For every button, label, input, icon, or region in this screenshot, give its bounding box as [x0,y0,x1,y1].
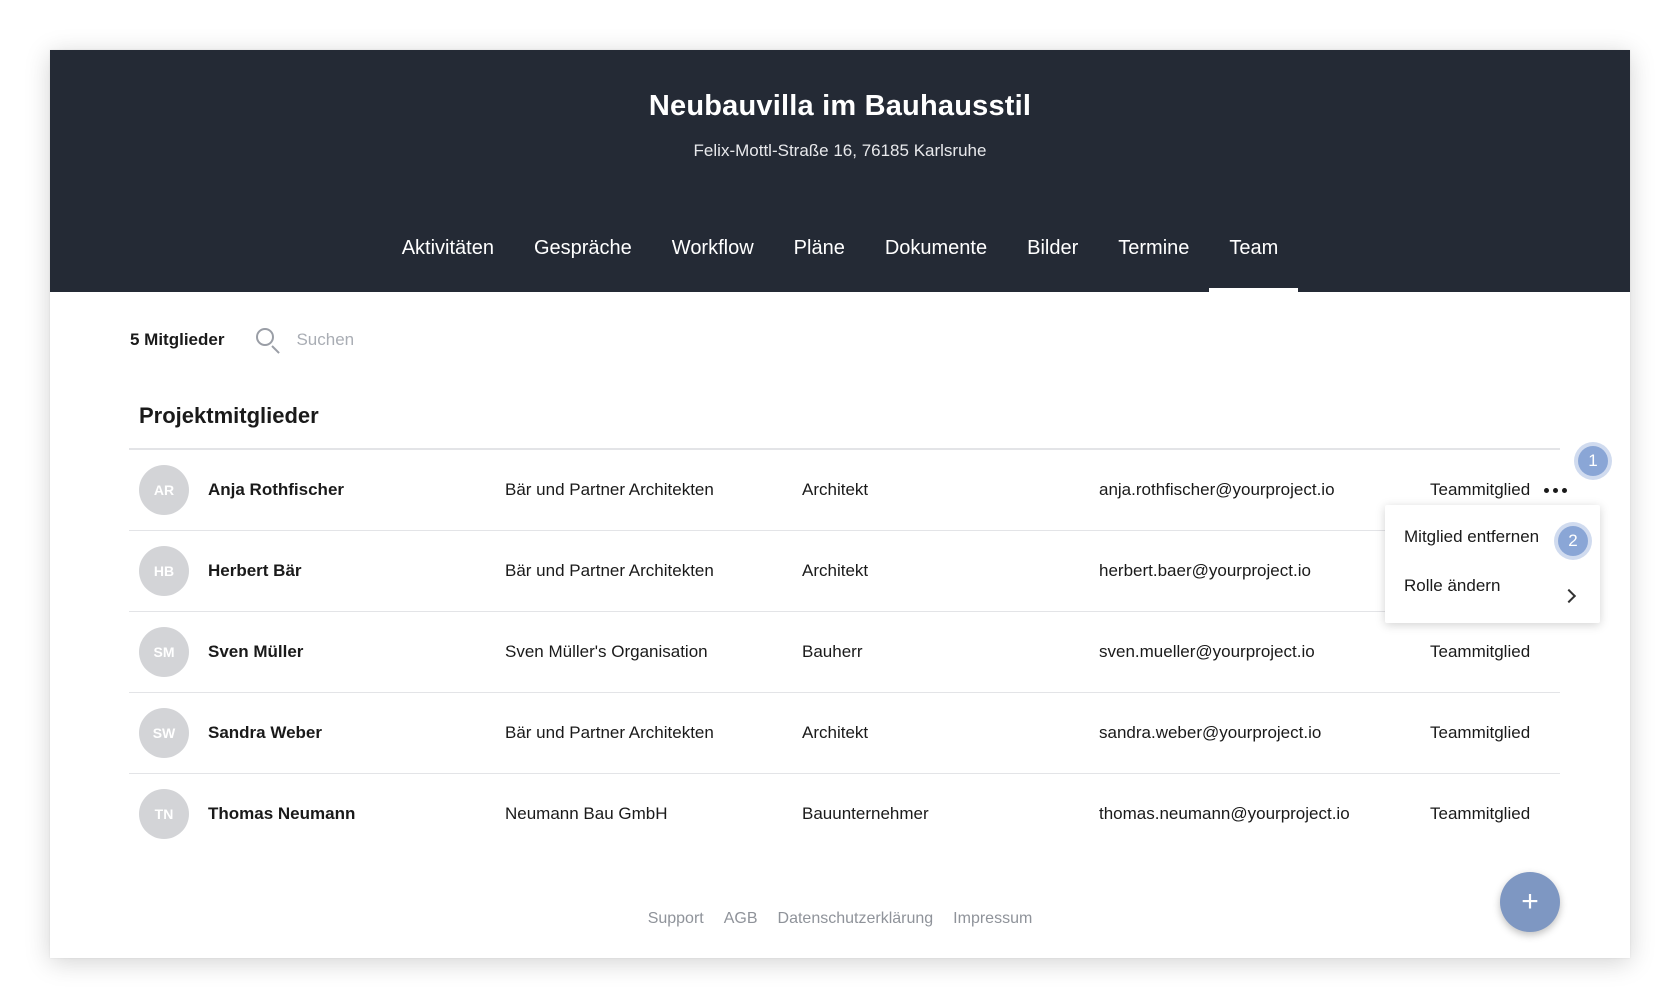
member-name[interactable]: Sven Müller [208,612,303,692]
tab-termine[interactable]: Termine [1098,228,1209,292]
tab-bilder[interactable]: Bilder [1007,228,1098,292]
table-row: SW Sandra Weber Bär und Partner Architek… [129,693,1560,774]
app-window: Neubauvilla im Bauhausstil Felix-Mottl-S… [50,50,1630,958]
tab-team[interactable]: Team [1209,228,1299,292]
member-role: Architekt [802,561,869,580]
tab-workflow[interactable]: Workflow [652,228,774,292]
avatar: HB [139,546,189,596]
member-email: sven.mueller@yourproject.io [1099,642,1315,661]
member-role: Bauherr [802,642,863,661]
member-email: thomas.neumann@yourproject.io [1099,804,1350,823]
footer-link-agb[interactable]: AGB [724,910,758,928]
avatar: SM [139,627,189,677]
member-role: Bauunternehmer [802,804,929,823]
table-row: AR Anja Rothfischer Bär und Partner Arch… [129,450,1560,531]
member-organization: Sven Müller's Organisation [505,642,708,661]
footer-links: Support AGB Datenschutzerklärung Impress… [50,910,1630,928]
team-toolbar: 5 Mitglieder [130,320,597,360]
step-badge-2: 2 [1558,526,1588,556]
member-status: Teammitglied [1430,804,1531,823]
step-badge-1: 1 [1578,446,1608,476]
dot-icon [1552,487,1558,493]
member-role: Architekt [802,723,869,742]
member-name[interactable]: Herbert Bär [208,531,302,611]
search-input[interactable] [296,330,597,350]
avatar: TN [139,789,189,839]
search-icon[interactable] [254,326,282,354]
member-actions-menu: Mitglied entfernen Rolle ändern [1385,505,1600,623]
member-status: Teammitglied [1430,642,1531,661]
dot-icon [1543,487,1549,493]
table-row: HB Herbert Bär Bär und Partner Architekt… [129,531,1560,612]
member-email: herbert.baer@yourproject.io [1099,561,1311,580]
tab-gespraeche[interactable]: Gespräche [514,228,652,292]
footer-link-privacy[interactable]: Datenschutzerklärung [778,910,934,928]
footer-link-imprint[interactable]: Impressum [953,910,1032,928]
member-email: sandra.weber@yourproject.io [1099,723,1322,742]
dot-icon [1561,487,1567,493]
project-title: Neubauvilla im Bauhausstil [648,90,1032,122]
table-row: TN Thomas Neumann Neumann Bau GmbH Bauun… [129,774,1560,855]
member-name[interactable]: Sandra Weber [208,693,322,773]
member-count: 5 Mitglieder [130,330,225,349]
footer-link-support[interactable]: Support [648,910,704,928]
project-header: Neubauvilla im Bauhausstil Felix-Mottl-S… [50,50,1630,292]
member-organization: Bär und Partner Architekten [505,480,714,499]
project-tabs: Aktivitäten Gespräche Workflow Pläne Dok… [50,228,1630,292]
member-organization: Bär und Partner Architekten [505,723,714,742]
avatar: AR [139,465,189,515]
member-email: anja.rothfischer@yourproject.io [1099,480,1335,499]
tab-plaene[interactable]: Pläne [774,228,865,292]
members-table: AR Anja Rothfischer Bär und Partner Arch… [129,448,1560,855]
project-address: Felix-Mottl-Straße 16, 76185 Karlsruhe [693,141,987,160]
chevron-right-icon [1561,588,1577,604]
menu-item-remove-member[interactable]: Mitglied entfernen [1404,522,1539,552]
tab-dokumente[interactable]: Dokumente [865,228,1007,292]
menu-item-change-role[interactable]: Rolle ändern [1404,571,1500,601]
member-name[interactable]: Anja Rothfischer [208,450,344,530]
section-title: Projektmitglieder [139,403,319,428]
member-status: Teammitglied [1430,723,1531,742]
tab-aktivitaeten[interactable]: Aktivitäten [382,228,514,292]
member-role: Architekt [802,480,869,499]
member-organization: Bär und Partner Architekten [505,561,714,580]
table-row: SM Sven Müller Sven Müller's Organisatio… [129,612,1560,693]
member-name[interactable]: Thomas Neumann [208,774,355,854]
member-organization: Neumann Bau GmbH [505,804,668,823]
row-more-options-button[interactable] [1540,478,1570,502]
avatar: SW [139,708,189,758]
